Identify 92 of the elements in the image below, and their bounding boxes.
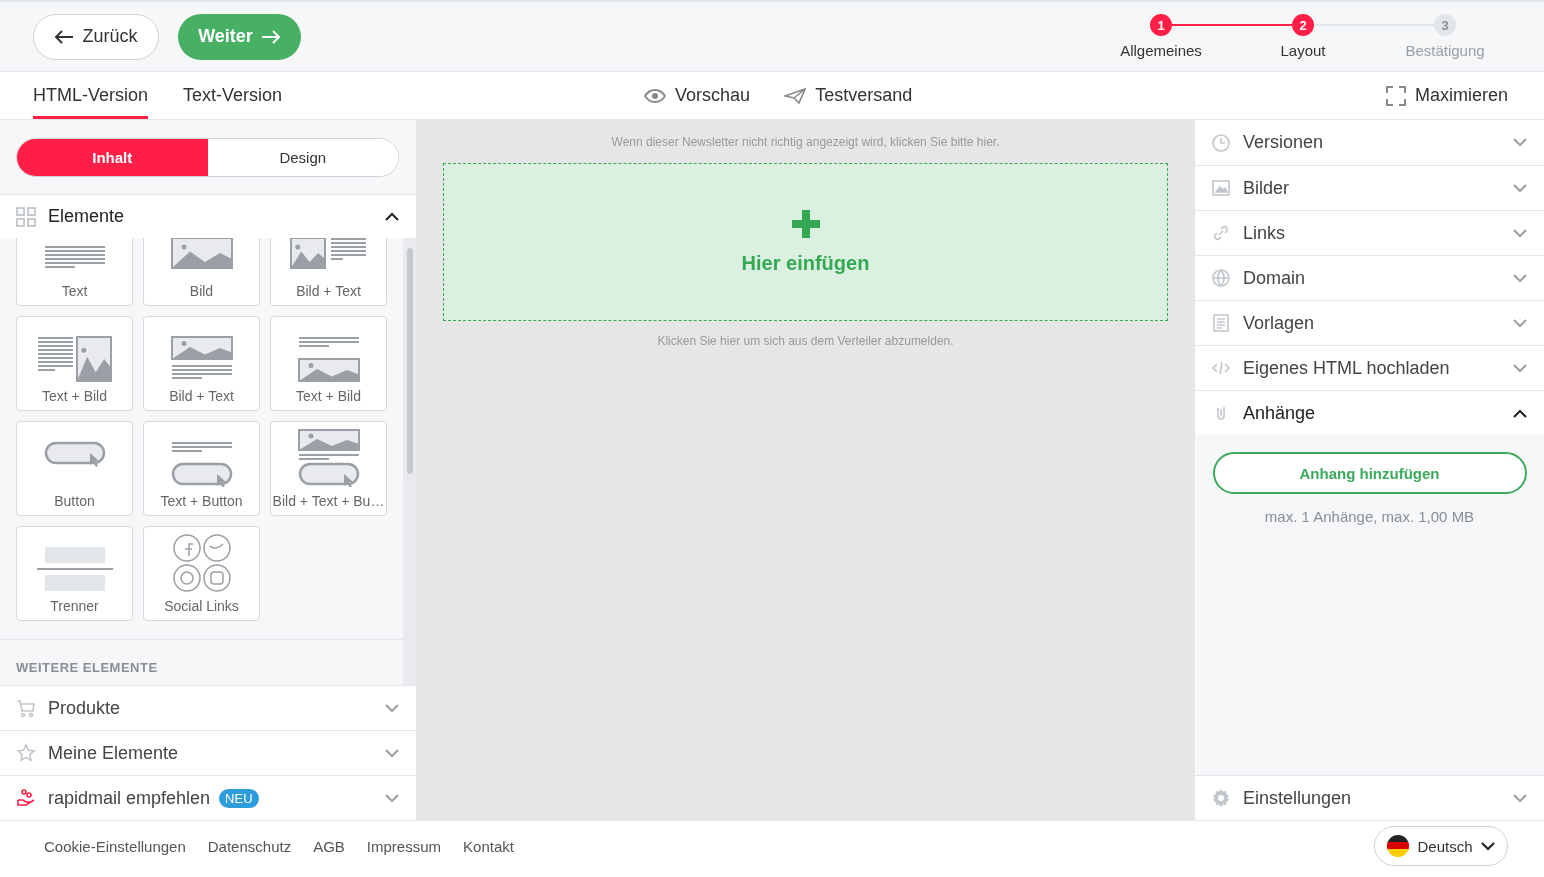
- element-tile[interactable]: Text + Bild: [16, 316, 133, 411]
- version-tab[interactable]: Text-Version: [183, 72, 283, 119]
- footer-link[interactable]: Cookie-Einstellungen: [44, 837, 186, 855]
- step-number: 3: [1434, 14, 1456, 36]
- arrow-left-icon: [54, 28, 75, 45]
- view-online-note: Wenn dieser Newsletter nicht richtig angezeigt wird, klicken Sie bitte hier.: [611, 135, 1000, 149]
- clock-icon: [1211, 132, 1231, 153]
- footer-link[interactable]: AGB: [313, 837, 345, 855]
- section-header[interactable]: Produkte: [0, 685, 416, 730]
- attachment-limit-note: max. 1 Anhänge, max. 1,00 MB: [1264, 508, 1475, 525]
- chevron-icon: [1513, 318, 1527, 328]
- globe-icon: [1211, 268, 1231, 288]
- element-tile[interactable]: Bild + Text + Bu…: [270, 421, 387, 516]
- chevron-icon: [385, 793, 399, 803]
- element-tile[interactable]: Button: [16, 421, 133, 516]
- layout-icon: [297, 429, 360, 487]
- tile-label: Text: [61, 283, 88, 299]
- section-title: Meine Elemente: [48, 742, 179, 764]
- elements-section-header[interactable]: Elemente: [0, 194, 416, 238]
- element-tile[interactable]: Text + Button: [143, 421, 260, 516]
- chevron-icon: [1513, 183, 1527, 193]
- tile-label: Text + Bild: [296, 388, 361, 404]
- chevron-icon: [1513, 273, 1527, 283]
- cart-icon: [16, 698, 36, 718]
- layout-icon: [172, 534, 231, 592]
- section-header[interactable]: Meine Elemente: [0, 730, 416, 775]
- hand-coins-icon: [16, 788, 36, 808]
- image-icon: [1211, 178, 1231, 198]
- test-send-button[interactable]: Testversand: [784, 72, 913, 119]
- new-badge: NEU: [219, 788, 259, 808]
- tile-label: Button: [54, 493, 95, 509]
- step-label: Bestätigung: [1405, 42, 1485, 59]
- element-tile[interactable]: Bild: [143, 238, 260, 306]
- layout-icon: [290, 238, 367, 269]
- tile-label: Text + Button: [160, 493, 243, 509]
- tile-label: Bild: [189, 283, 214, 299]
- step-label: Allgemeines: [1120, 42, 1202, 59]
- back-button[interactable]: Zurück: [33, 13, 159, 60]
- element-tile[interactable]: Text: [16, 238, 133, 306]
- plus-icon: [791, 209, 820, 238]
- chevron-icon: [385, 748, 399, 758]
- element-tile[interactable]: Trenner: [16, 526, 133, 621]
- eye-icon: [644, 88, 667, 103]
- section-title: Produkte: [48, 697, 121, 719]
- chevron-icon: [1513, 228, 1527, 238]
- chevron-icon: [1513, 138, 1527, 147]
- step-number: 2: [1292, 14, 1314, 36]
- maximize-icon: [1385, 85, 1406, 106]
- arrow-right-icon: [260, 28, 281, 45]
- panel-toggle-option[interactable]: Inhalt: [17, 139, 208, 176]
- element-tile[interactable]: Social Links: [143, 526, 260, 621]
- unsubscribe-note: Klicken Sie hier um sich aus dem Verteiler abzumelden.: [657, 334, 954, 348]
- tile-label: Text + Bild: [42, 388, 107, 404]
- link-icon: [1211, 223, 1231, 243]
- layout-icon: [43, 245, 106, 269]
- tile-label: Social Links: [164, 598, 239, 614]
- chevron-icon: [1513, 363, 1527, 373]
- scrollbar[interactable]: [403, 238, 416, 685]
- layout-icon: [170, 441, 233, 487]
- step-label: Layout: [1280, 42, 1326, 59]
- step-number: 1: [1150, 14, 1172, 36]
- chevron-icon: [385, 703, 399, 713]
- layout-icon: [170, 238, 233, 269]
- document-icon: [1211, 313, 1231, 333]
- tile-label: Bild + Text + Bu…: [272, 493, 385, 509]
- element-tile[interactable]: Bild + Text: [143, 316, 260, 411]
- flag-icon: [1387, 835, 1410, 857]
- tile-label: Trenner: [50, 598, 99, 614]
- language-select[interactable]: Deutsch: [1374, 826, 1508, 866]
- preview-button[interactable]: Vorschau: [644, 72, 751, 119]
- element-tile[interactable]: Bild + Text: [270, 238, 387, 306]
- section-title: rapidmail empfehlen: [48, 787, 211, 809]
- layout-icon: [170, 336, 233, 382]
- footer-link[interactable]: Kontakt: [463, 837, 514, 855]
- chevron-icon: [1513, 793, 1527, 803]
- tile-label: Bild + Text: [296, 283, 361, 299]
- element-tile[interactable]: Text + Bild: [270, 316, 387, 411]
- paper-plane-icon: [784, 87, 807, 104]
- chevron-icon: [385, 212, 399, 221]
- gear-icon: [1211, 788, 1231, 808]
- footer-link[interactable]: Datenschutz: [207, 837, 292, 855]
- star-icon: [16, 743, 36, 763]
- footer-link[interactable]: Impressum: [366, 837, 442, 855]
- layout-icon: [37, 336, 112, 382]
- chevron-icon: [1480, 841, 1495, 851]
- maximize-button[interactable]: Maximieren: [1385, 72, 1508, 119]
- grid-icon: [16, 206, 36, 227]
- tile-label: Bild + Text: [169, 388, 234, 404]
- layout-icon: [297, 336, 360, 382]
- section-header[interactable]: rapidmail empfehlen NEU: [0, 775, 416, 820]
- chevron-icon: [1513, 408, 1527, 418]
- layout-icon: [35, 546, 114, 592]
